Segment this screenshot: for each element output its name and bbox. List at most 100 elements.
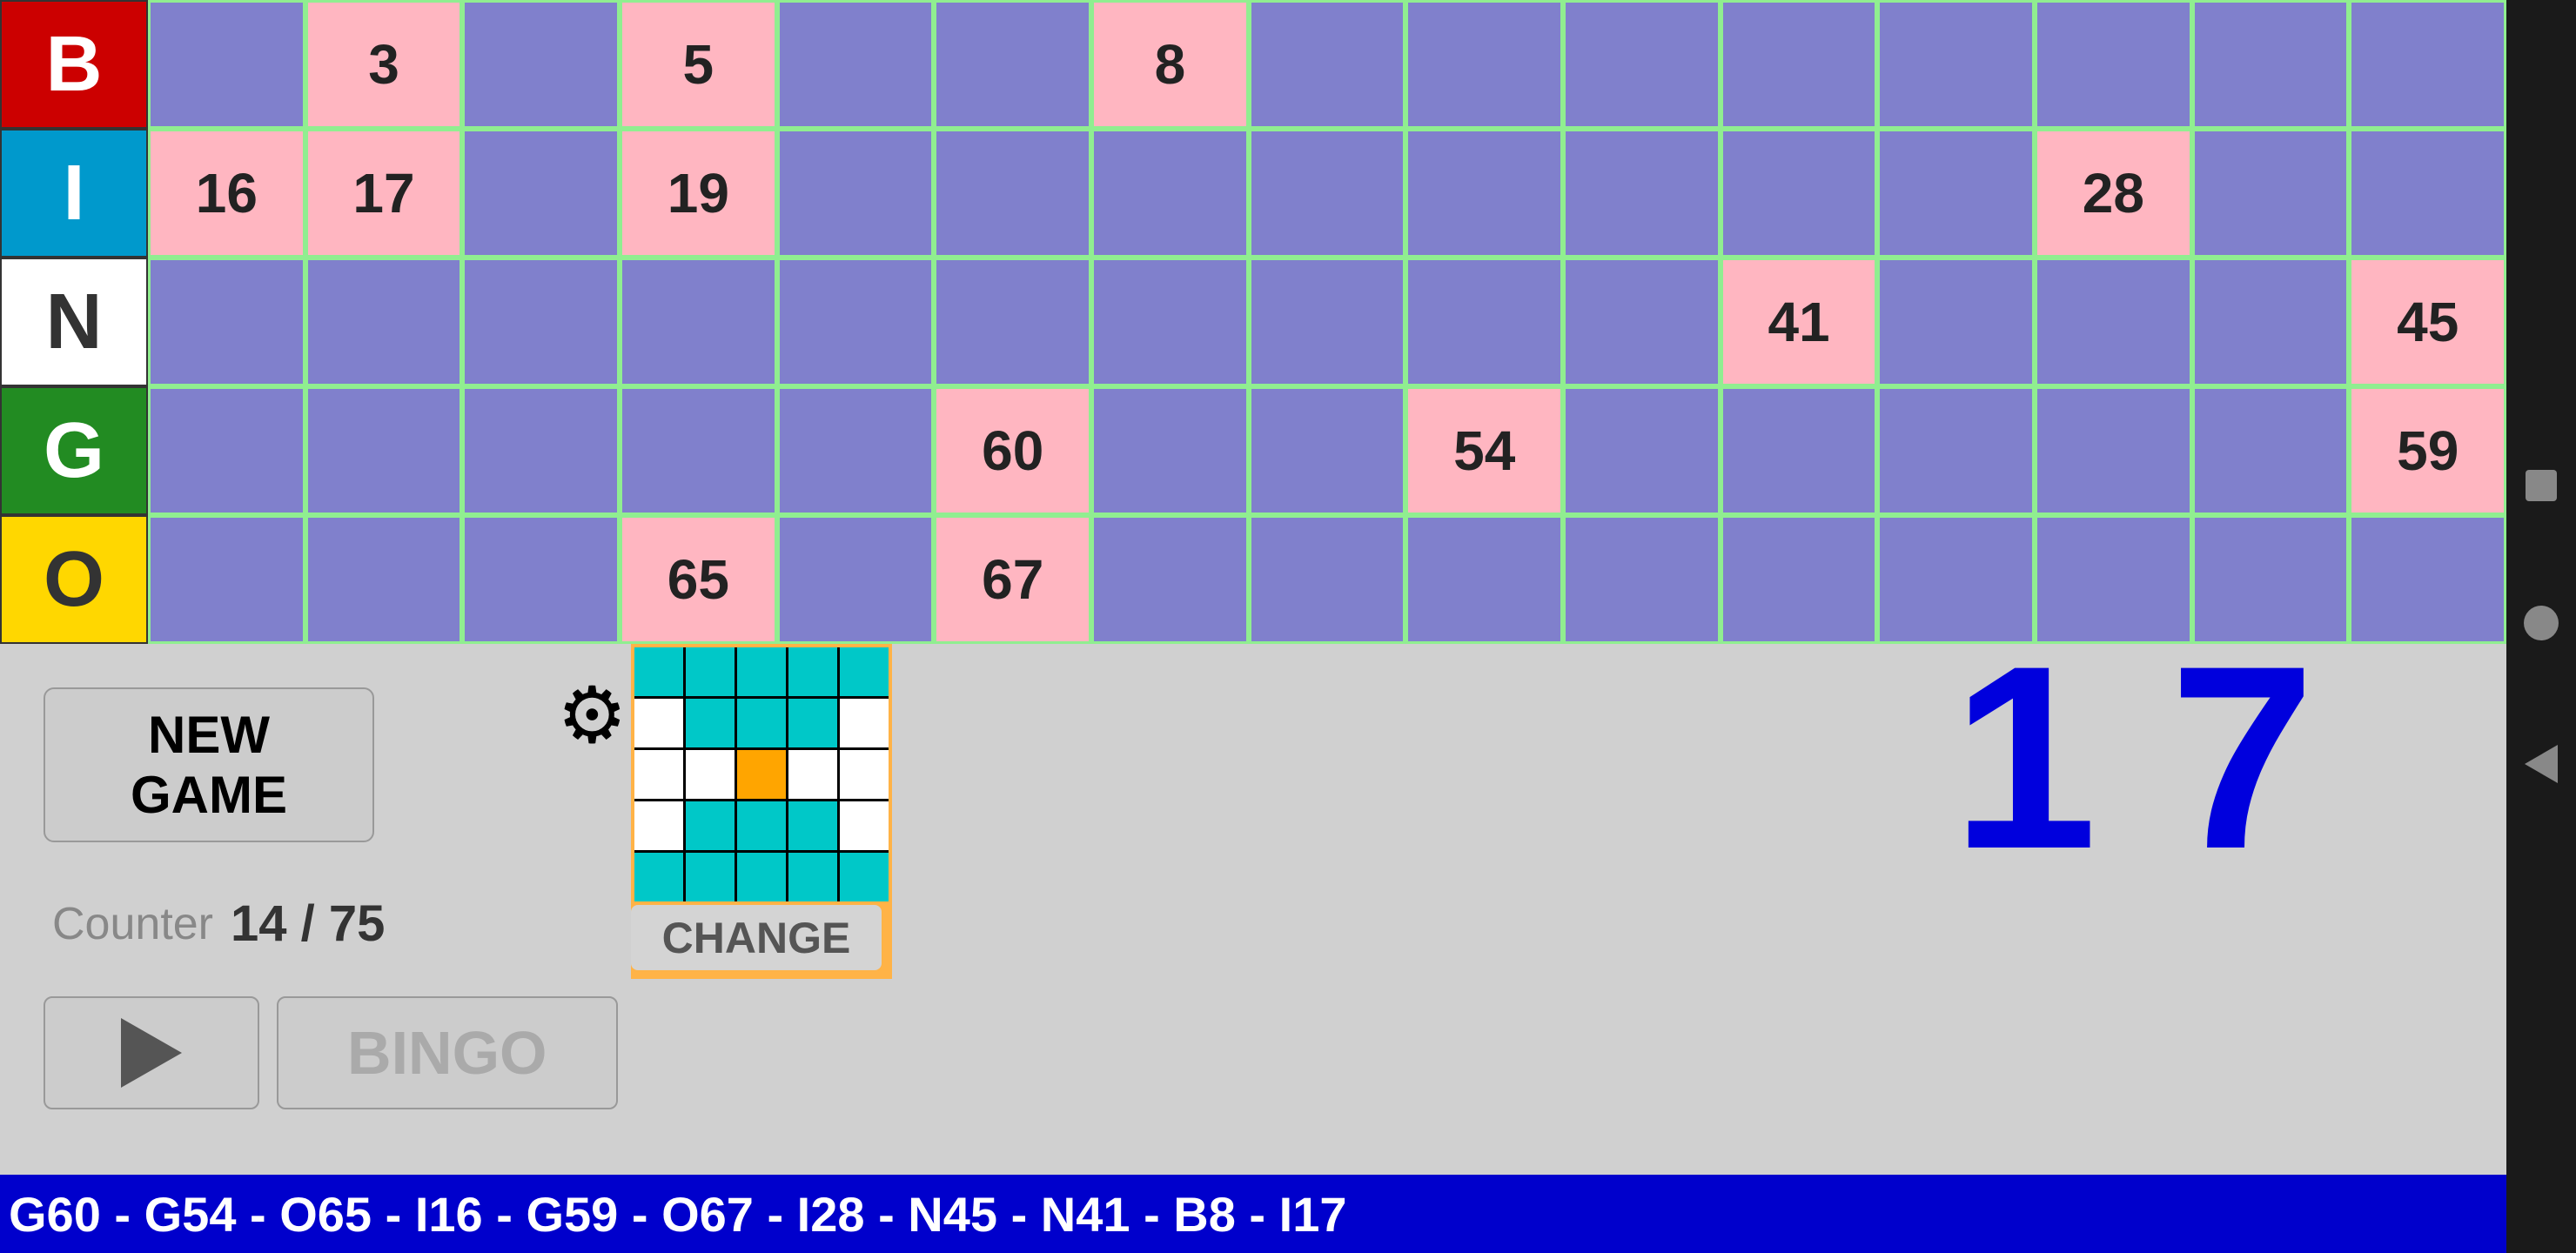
board-cell[interactable]: 5 (620, 0, 777, 129)
board-cell[interactable]: 3 (305, 0, 463, 129)
board-cell[interactable] (1091, 515, 1249, 644)
board-cell[interactable] (2349, 129, 2506, 258)
board-cell[interactable] (1877, 386, 2035, 515)
board-cell[interactable] (148, 386, 305, 515)
counter-value: 14 / 75 (231, 895, 385, 953)
board-cell[interactable]: 67 (934, 515, 1091, 644)
board-cell[interactable] (934, 0, 1091, 129)
board-cell[interactable] (1563, 129, 1721, 258)
board-cell[interactable] (1563, 386, 1721, 515)
nav-recent-button[interactable] (2526, 470, 2557, 501)
board-cell[interactable] (2349, 515, 2506, 644)
bingo-button[interactable]: BINGO (277, 996, 618, 1109)
board-cell[interactable] (1877, 0, 2035, 129)
board-cell[interactable] (1563, 258, 1721, 386)
board-cell[interactable] (777, 0, 935, 129)
board-cell[interactable]: 60 (934, 386, 1091, 515)
board-cell[interactable] (777, 258, 935, 386)
mini-cell (737, 647, 786, 696)
board-cell[interactable] (1249, 515, 1406, 644)
board-cell[interactable] (1721, 0, 1878, 129)
board-cell[interactable] (1091, 129, 1249, 258)
board-cell[interactable] (462, 386, 620, 515)
board-cell[interactable] (1563, 515, 1721, 644)
board-cell[interactable] (1405, 129, 1563, 258)
mini-card-wrapper: CHANGE (631, 644, 892, 979)
board-row-i: 16 17 19 28 (148, 129, 2506, 258)
board-cell[interactable] (620, 386, 777, 515)
board-cell[interactable]: 59 (2349, 386, 2506, 515)
settings-button[interactable]: ⚙ (557, 670, 627, 761)
board-cell[interactable] (462, 0, 620, 129)
board-cell[interactable]: 19 (620, 129, 777, 258)
board-cell[interactable] (1877, 129, 2035, 258)
change-button[interactable]: CHANGE (631, 905, 882, 970)
board-cell[interactable] (462, 129, 620, 258)
board-cell[interactable] (1249, 0, 1406, 129)
board-cell[interactable] (148, 0, 305, 129)
board-cell[interactable]: 41 (1721, 258, 1878, 386)
board-row-b: 3 5 8 (148, 0, 2506, 129)
board-cell[interactable]: 54 (1405, 386, 1563, 515)
action-buttons: BINGO (44, 996, 618, 1109)
board-cell[interactable] (2192, 386, 2350, 515)
board-cell[interactable] (148, 258, 305, 386)
board-cell[interactable]: 16 (148, 129, 305, 258)
board-cell[interactable] (1405, 515, 1563, 644)
board-cell[interactable]: 8 (1091, 0, 1249, 129)
board-cell[interactable] (1405, 0, 1563, 129)
mini-cell (788, 647, 837, 696)
board-cell[interactable] (1877, 258, 2035, 386)
board-cell[interactable] (1249, 129, 1406, 258)
board-cell[interactable] (1563, 0, 1721, 129)
board-cell[interactable] (305, 515, 463, 644)
board-cell[interactable] (2035, 0, 2192, 129)
board-cell[interactable] (1249, 258, 1406, 386)
ticker-text: G60 - G54 - O65 - I16 - G59 - O67 - I28 … (9, 1186, 1346, 1243)
board-cell[interactable] (777, 386, 935, 515)
mini-cell (840, 801, 889, 850)
board-cell[interactable]: 28 (2035, 129, 2192, 258)
mini-cell (737, 801, 786, 850)
board-cell[interactable] (1721, 386, 1878, 515)
board-cell[interactable] (1721, 129, 1878, 258)
board-cell[interactable] (2192, 129, 2350, 258)
ticker: G60 - G54 - O65 - I16 - G59 - O67 - I28 … (0, 1175, 2506, 1253)
board-cell[interactable] (1721, 515, 1878, 644)
board-cell[interactable] (1249, 386, 1406, 515)
mini-cell-orange (737, 750, 786, 799)
board-cell[interactable] (934, 258, 1091, 386)
board-cell[interactable] (1091, 258, 1249, 386)
board-cell[interactable] (777, 515, 935, 644)
play-button[interactable] (44, 996, 259, 1109)
board-cell[interactable] (2349, 0, 2506, 129)
board-cell[interactable] (305, 258, 463, 386)
board-cell[interactable] (620, 258, 777, 386)
board-cell[interactable]: 65 (620, 515, 777, 644)
board-cell[interactable] (462, 515, 620, 644)
mini-cell (840, 853, 889, 901)
board-cell[interactable] (2192, 0, 2350, 129)
board-cell[interactable] (305, 386, 463, 515)
board-cell[interactable] (148, 515, 305, 644)
board-cell[interactable] (2192, 258, 2350, 386)
mini-card (631, 644, 892, 905)
letter-o: O (0, 515, 148, 644)
mini-cell (737, 853, 786, 901)
mini-cell (686, 699, 735, 747)
board-cell[interactable] (934, 129, 1091, 258)
board-cell[interactable]: 17 (305, 129, 463, 258)
board-cell[interactable] (1405, 258, 1563, 386)
board-cell[interactable] (777, 129, 935, 258)
board-row-g: 60 54 59 (148, 386, 2506, 515)
board-cell[interactable] (462, 258, 620, 386)
board-cell[interactable] (1091, 386, 1249, 515)
new-game-button[interactable]: NEW GAME (44, 687, 374, 842)
board-cell[interactable]: 45 (2349, 258, 2506, 386)
board-cell[interactable] (2035, 386, 2192, 515)
nav-home-button[interactable] (2524, 606, 2559, 640)
board-section: B I N G O 3 5 8 (0, 0, 2506, 644)
board-cell[interactable] (2035, 258, 2192, 386)
nav-back-button[interactable] (2525, 745, 2558, 783)
mini-cell (686, 801, 735, 850)
